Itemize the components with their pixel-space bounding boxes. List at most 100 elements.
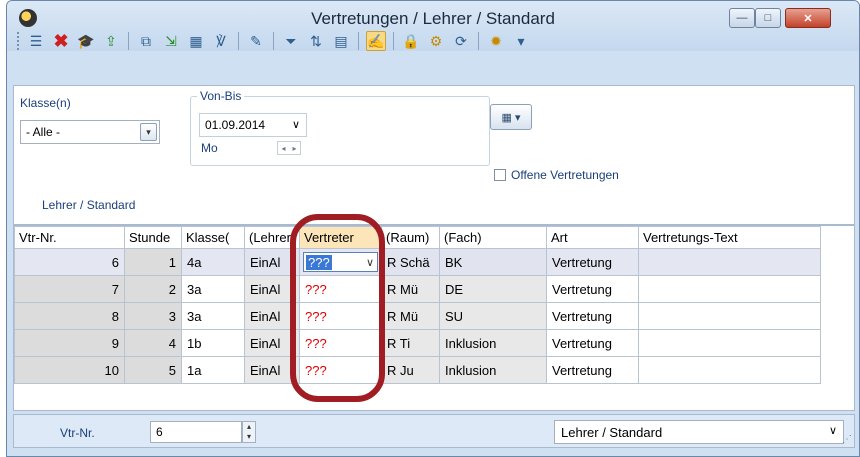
col-vtr-nr[interactable]: Vtr-Nr. (14, 226, 125, 249)
cell-klasse[interactable]: 4a (181, 248, 245, 276)
cell-text[interactable] (638, 275, 821, 303)
list-icon[interactable]: ☰ (26, 31, 46, 51)
mark-icon[interactable]: ℣ (211, 31, 231, 51)
toolbar-separator (358, 32, 359, 50)
minimize-button[interactable]: — (729, 8, 755, 28)
chevron-down-icon[interactable]: ∨ (292, 118, 300, 131)
cell-klasse[interactable]: 3a (181, 302, 245, 330)
cell-art[interactable]: Vertretung (546, 302, 639, 330)
col-raum[interactable]: (Raum) (381, 226, 440, 249)
calendar-button[interactable]: ▦ ▾ (490, 104, 532, 130)
cell-text[interactable] (638, 356, 821, 384)
cell-raum[interactable]: R Mü (381, 275, 440, 303)
view-label: Lehrer / Standard (42, 198, 136, 212)
offene-vertretungen-checkbox[interactable]: Offene Vertretungen (494, 168, 619, 182)
table-row[interactable]: 9 4 1b EinAl ??? R Ti Inklusion Vertretu… (14, 329, 821, 357)
cell-text[interactable] (638, 248, 821, 276)
klasse-label: Klasse(n) (20, 96, 71, 110)
col-vertretungs-text[interactable]: Vertretungs-Text (638, 226, 821, 249)
cell-klasse[interactable]: 1b (181, 329, 245, 357)
cell-klasse[interactable]: 3a (181, 275, 245, 303)
col-stunde[interactable]: Stunde (124, 226, 182, 249)
chevron-down-icon[interactable]: ∨ (829, 424, 837, 437)
settings-icon[interactable]: ⚙ (426, 31, 446, 51)
header-row: Vtr-Nr. Stunde Klasse( (Lehrer Vertreter… (14, 226, 821, 249)
col-fach[interactable]: (Fach) (439, 226, 547, 249)
lock-icon[interactable]: 🔒 (401, 31, 421, 51)
delete-icon[interactable]: ✖ (51, 31, 71, 51)
toolbar-overflow-icon[interactable]: ▾ (511, 31, 531, 51)
chevron-down-icon[interactable]: ▾ (140, 123, 157, 141)
cell-art[interactable]: Vertretung (546, 356, 639, 384)
export-icon[interactable]: ⇲ (161, 31, 181, 51)
highlight-ring (290, 214, 385, 402)
cell-art[interactable]: Vertretung (546, 275, 639, 303)
copy-icon[interactable]: ⧉ (136, 31, 156, 51)
cell-stunde[interactable]: 5 (124, 356, 182, 384)
col-klasse[interactable]: Klasse( (181, 226, 245, 249)
view-select-value: Lehrer / Standard (561, 425, 663, 440)
refresh-icon[interactable]: ⟳ (451, 31, 471, 51)
cell-raum[interactable]: R Schä (381, 248, 440, 276)
view-select[interactable]: Lehrer / Standard ∨ (554, 420, 844, 444)
cell-raum[interactable]: R Mü (381, 302, 440, 330)
vtr-nr-stepper[interactable]: ▴ ▾ (242, 421, 256, 443)
import-icon[interactable]: ⇪ (101, 31, 121, 51)
filter-icon[interactable]: ⏷ (281, 31, 301, 51)
close-button[interactable]: ✕ (785, 8, 831, 28)
cell-vtr[interactable]: 8 (14, 302, 125, 330)
cell-raum[interactable]: R Ti (381, 329, 440, 357)
date-picker[interactable]: 01.09.2014 ∨ (199, 113, 307, 137)
cell-art[interactable]: Vertretung (546, 329, 639, 357)
toolbar-separator (273, 32, 274, 50)
cell-vtr[interactable]: 9 (14, 329, 125, 357)
chevron-down-icon: ▾ (514, 111, 521, 124)
cell-stunde[interactable]: 4 (124, 329, 182, 357)
table-row[interactable]: 6 1 4a EinAl ??? ∨ R Schä BK Vertretung (14, 248, 821, 276)
cell-fach[interactable]: DE (439, 275, 547, 303)
toolbar-separator (478, 32, 479, 50)
status-bar: Vtr-Nr. 6 ▴ ▾ Lehrer / Standard ∨ ⋰ (13, 414, 855, 448)
vtr-nr-input[interactable]: 6 (150, 421, 242, 443)
resize-grip-icon[interactable]: ⋰ (842, 434, 852, 445)
cell-stunde[interactable]: 3 (124, 302, 182, 330)
sort-icon[interactable]: ⇅ (306, 31, 326, 51)
date-stepper[interactable]: ◂ ▸ (277, 141, 301, 155)
klasse-select[interactable]: - Alle - ▾ (20, 120, 160, 144)
data-grid: Vtr-Nr. Stunde Klasse( (Lehrer Vertreter… (14, 226, 821, 384)
cell-klasse[interactable]: 1a (181, 356, 245, 384)
cell-text[interactable] (638, 302, 821, 330)
cell-art[interactable]: Vertretung (546, 248, 639, 276)
cell-stunde[interactable]: 1 (124, 248, 182, 276)
toolbar-separator (238, 32, 239, 50)
table-row[interactable]: 7 2 3a EinAl ??? R Mü DE Vertretung (14, 275, 821, 303)
col-art[interactable]: Art (546, 226, 639, 249)
cell-raum[interactable]: R Ju (381, 356, 440, 384)
date-value: 01.09.2014 (205, 118, 266, 132)
cell-text[interactable] (638, 329, 821, 357)
edit-icon[interactable]: ✍ (366, 31, 386, 51)
von-bis-label: Von-Bis (197, 89, 245, 103)
checkbox-box[interactable] (494, 169, 506, 181)
calculator-icon[interactable]: ▦ (186, 31, 206, 51)
offene-vertretungen-label: Offene Vertretungen (511, 168, 619, 182)
cell-vtr[interactable]: 7 (14, 275, 125, 303)
maximize-button[interactable]: □ (755, 8, 781, 28)
cell-stunde[interactable]: 2 (124, 275, 182, 303)
vtr-nr-label: Vtr-Nr. (60, 426, 95, 440)
table-row[interactable]: 8 3 3a EinAl ??? R Mü SU Vertretung (14, 302, 821, 330)
gear-icon[interactable]: ✹ (486, 31, 506, 51)
cell-vtr[interactable]: 10 (14, 356, 125, 384)
cell-fach[interactable]: Inklusion (439, 356, 547, 384)
klasse-value: - Alle - (26, 125, 61, 139)
cell-fach[interactable]: SU (439, 302, 547, 330)
cell-fach[interactable]: Inklusion (439, 329, 547, 357)
cell-fach[interactable]: BK (439, 248, 547, 276)
cell-vtr[interactable]: 6 (14, 248, 125, 276)
filter-panel: Klasse(n) - Alle - ▾ Von-Bis 01.09.2014 … (13, 85, 855, 225)
table-icon[interactable]: ▤ (331, 31, 351, 51)
table-row[interactable]: 10 5 1a EinAl ??? R Ju Inklusion Vertret… (14, 356, 821, 384)
teacher-icon[interactable]: 🎓 (76, 31, 96, 51)
tools-icon[interactable]: ✎ (246, 31, 266, 51)
toolbar-grip[interactable] (17, 32, 21, 50)
